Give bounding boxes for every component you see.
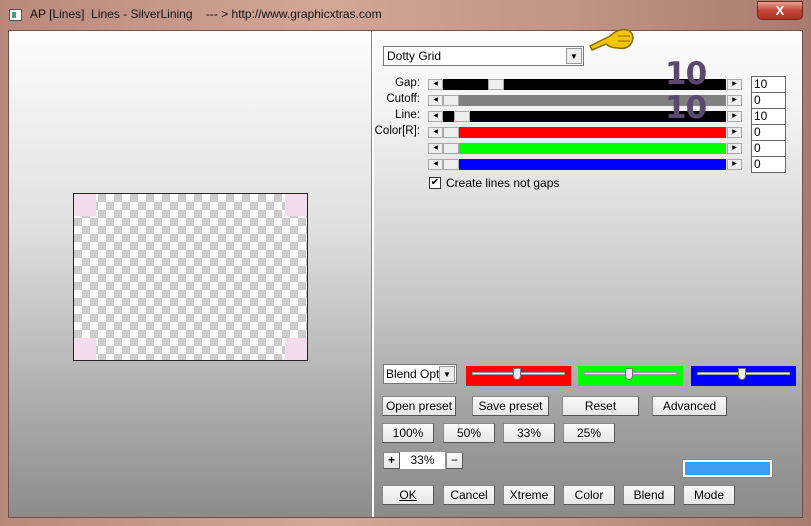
slider-label: Gap: <box>395 77 420 89</box>
blend-green-slider[interactable] <box>578 366 683 386</box>
corner-dot <box>74 338 96 360</box>
pointing-hand-icon <box>588 28 634 51</box>
arrow-right-icon[interactable]: ▶ <box>727 95 742 106</box>
slider-value-input[interactable]: 0 <box>751 156 786 173</box>
preset-dropdown[interactable]: Dotty Grid ▼ <box>383 46 584 66</box>
corner-dot <box>74 194 96 216</box>
slider-thumb[interactable] <box>443 95 459 106</box>
slider[interactable]: ◀ ▶ <box>428 159 742 170</box>
ok-button[interactable]: OK <box>382 485 434 505</box>
slider-thumb[interactable] <box>488 79 505 90</box>
slider-track[interactable] <box>443 127 726 138</box>
arrow-right-icon[interactable]: ▶ <box>727 143 742 154</box>
blend-blue-slider[interactable] <box>691 366 796 386</box>
zoom-value[interactable]: 33% <box>400 452 445 469</box>
xtreme-button[interactable]: Xtreme <box>503 485 555 505</box>
zoom-50-button[interactable]: 50% <box>443 423 495 443</box>
slider-track[interactable] <box>443 159 726 170</box>
blend-button[interactable]: Blend <box>623 485 675 505</box>
arrow-right-icon[interactable]: ▶ <box>727 127 742 138</box>
arrow-right-icon[interactable]: ▶ <box>727 159 742 170</box>
create-lines-label: Create lines not gaps <box>446 176 560 190</box>
slider-thumb[interactable] <box>443 143 459 154</box>
open-preset-button[interactable]: Open preset <box>382 396 456 416</box>
watermark-number: 10 <box>665 56 707 92</box>
arrow-left-icon[interactable]: ◀ <box>428 159 443 170</box>
slider-label: Line: <box>395 109 420 121</box>
slider-value-input[interactable]: 0 <box>751 92 786 109</box>
arrow-left-icon[interactable]: ◀ <box>428 95 443 106</box>
slider-value-input[interactable]: 10 <box>751 108 786 125</box>
slider-value-input[interactable]: 0 <box>751 124 786 141</box>
chevron-down-icon[interactable]: ▼ <box>439 366 455 382</box>
advanced-button[interactable]: Advanced <box>652 396 727 416</box>
mode-button[interactable]: Mode <box>683 485 735 505</box>
arrow-left-icon[interactable]: ◀ <box>428 111 443 122</box>
zoom-25-button[interactable]: 25% <box>563 423 615 443</box>
zoom-in-button[interactable]: + <box>383 452 400 469</box>
blend-options-dropdown[interactable]: Blend Optio ▼ <box>383 364 457 384</box>
watermark-number: 10 <box>665 90 707 126</box>
corner-dot <box>285 338 307 360</box>
arrow-left-icon[interactable]: ◀ <box>428 127 443 138</box>
zoom-100-button[interactable]: 100% <box>382 423 434 443</box>
create-lines-checkbox[interactable]: ✔ <box>429 177 441 189</box>
slider-thumb[interactable] <box>453 111 470 122</box>
slider-label: Color[R]: <box>374 125 420 137</box>
preset-value: Dotty Grid <box>387 49 442 63</box>
slider-thumb[interactable] <box>443 127 459 138</box>
window-title: AP [Lines] Lines - SilverLining --- > ht… <box>30 7 382 21</box>
arrow-left-icon[interactable]: ◀ <box>428 143 443 154</box>
app-icon <box>9 9 22 21</box>
arrow-left-icon[interactable]: ◀ <box>428 79 443 90</box>
arrow-right-icon[interactable]: ▶ <box>727 111 742 122</box>
slider[interactable]: ◀ ▶ <box>428 143 742 154</box>
slider-label: Cutoff: <box>386 93 420 105</box>
arrow-right-icon[interactable]: ▶ <box>727 79 742 90</box>
slider-thumb[interactable] <box>443 159 459 170</box>
slider-value-input[interactable]: 0 <box>751 140 786 157</box>
slider-value-input[interactable]: 10 <box>751 76 786 93</box>
chevron-down-icon[interactable]: ▼ <box>566 48 582 64</box>
reset-button[interactable]: Reset <box>562 396 639 416</box>
close-button[interactable]: X <box>757 1 803 20</box>
slider-track[interactable] <box>443 143 726 154</box>
save-preset-button[interactable]: Save preset <box>472 396 549 416</box>
blend-red-slider[interactable] <box>466 366 571 386</box>
corner-dot <box>285 194 307 216</box>
color-button[interactable]: Color <box>563 485 615 505</box>
cancel-button[interactable]: Cancel <box>443 485 495 505</box>
preview-image[interactable] <box>73 193 308 361</box>
title-bar[interactable]: AP [Lines] Lines - SilverLining --- > ht… <box>0 0 811 30</box>
slider[interactable]: ◀ ▶ <box>428 127 742 138</box>
color-swatch[interactable] <box>682 459 773 478</box>
zoom-33-button[interactable]: 33% <box>503 423 555 443</box>
zoom-out-button[interactable]: − <box>446 452 463 469</box>
